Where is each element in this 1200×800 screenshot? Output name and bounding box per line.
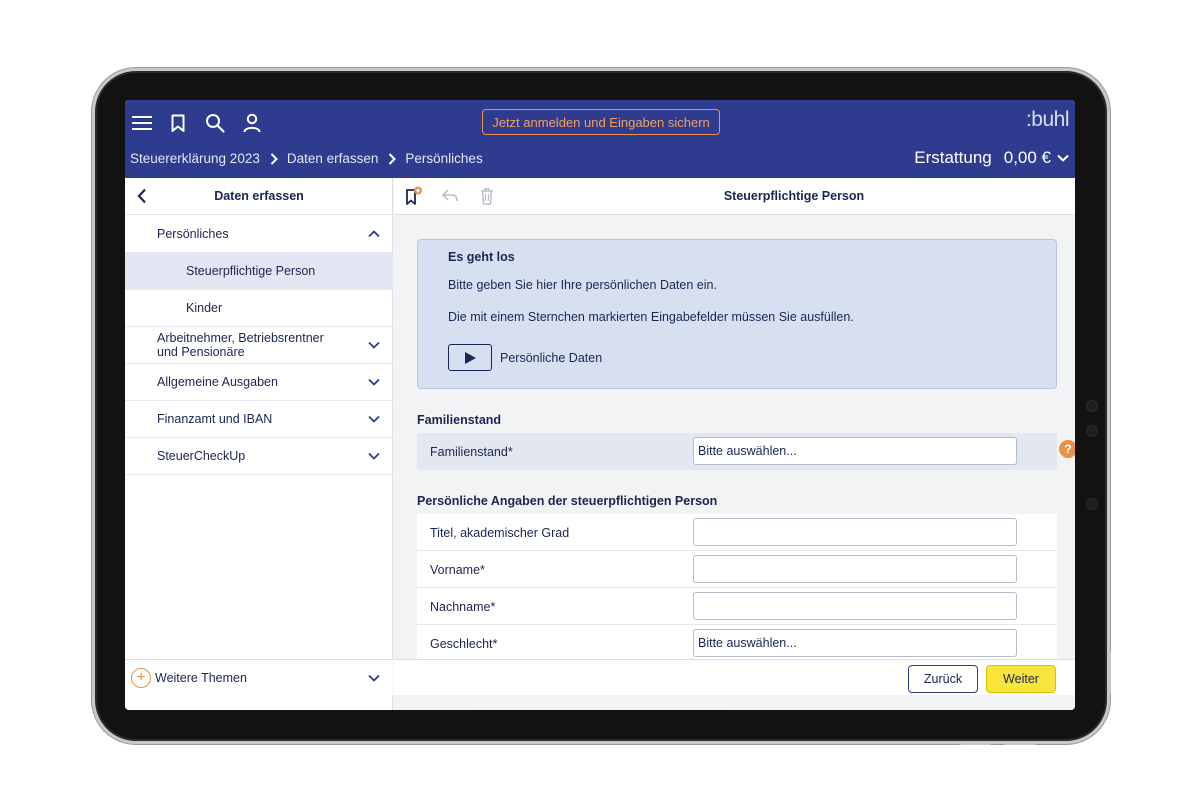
refund-value: 0,00 € [1003, 148, 1051, 167]
back-arrow-icon[interactable] [133, 187, 151, 205]
refund-display[interactable]: Erstattung 0,00 € [914, 148, 1069, 168]
form-row-nachname: Nachname* [417, 588, 1057, 625]
chevron-down-icon [367, 338, 381, 352]
chevron-down-icon[interactable] [1057, 149, 1069, 167]
nachname-input[interactable] [693, 592, 1017, 620]
brand-logo: :buhl [1025, 108, 1070, 131]
sidebar-item-finanzamt-iban[interactable]: Finanzamt und IBAN [125, 401, 393, 438]
chevron-down-icon [367, 671, 381, 685]
side-button [1107, 650, 1111, 695]
chevron-down-icon [367, 449, 381, 463]
familienstand-select[interactable]: Bitte auswählen... [693, 437, 1017, 465]
sidebar-item-label: Arbeitnehmer, Betriebsrentner und Pensio… [157, 331, 324, 359]
more-topics-label: Weitere Themen [155, 671, 247, 685]
sidebar-item-label: Persönliches [157, 226, 229, 241]
next-button[interactable]: Weiter [986, 665, 1056, 693]
sidebar-item-steuerpflichtige-person[interactable]: Steuerpflichtige Person [125, 253, 393, 290]
breadcrumb-item[interactable]: Persönliches [405, 151, 482, 166]
login-button[interactable]: Jetzt anmelden und Eingaben sichern [482, 109, 720, 135]
sidebar: Daten erfassen Persönliches Steuerpflich… [125, 178, 393, 710]
back-button[interactable]: Zurück [908, 665, 978, 693]
field-label: Titel, akademischer Grad [430, 526, 570, 540]
sidebar-item-label: SteuerCheckUp [157, 449, 246, 463]
geschlecht-select[interactable]: Bitte auswählen... [693, 629, 1017, 657]
camera-dot [1086, 498, 1098, 510]
chevron-right-icon [388, 152, 397, 165]
video-play-button[interactable] [448, 344, 492, 371]
form-row-vorname: Vorname* [417, 551, 1057, 588]
sidebar-item-steuercheckup[interactable]: SteuerCheckUp [125, 438, 393, 475]
chevron-down-icon [367, 412, 381, 426]
main-toolbar: Steuerpflichtige Person [394, 178, 1075, 215]
undo-icon[interactable] [440, 186, 460, 206]
camera-dot [1086, 425, 1098, 437]
breadcrumb-item[interactable]: Steuererklärung 2023 [130, 151, 260, 166]
sidebar-item-persoenliches[interactable]: Persönliches [125, 215, 393, 253]
sidebar-item-label: Kinder [186, 301, 223, 315]
intro-text: Die mit einem Sternchen markierten Einga… [448, 310, 854, 324]
titel-input[interactable] [693, 518, 1017, 546]
video-label: Persönliche Daten [500, 351, 603, 365]
section-title-familienstand: Familienstand [417, 413, 502, 427]
search-icon[interactable] [203, 111, 227, 135]
sidebar-item-label: Finanzamt und IBAN [157, 412, 273, 426]
sidebar-item-allgemeine-ausgaben[interactable]: Allgemeine Ausgaben [125, 364, 393, 401]
form-row-familienstand: Familienstand* Bitte auswählen... [417, 433, 1057, 470]
trash-icon[interactable] [477, 186, 497, 206]
field-label: Geschlecht* [430, 637, 498, 651]
help-icon[interactable]: ? [1059, 440, 1075, 458]
intro-title: Es geht los [448, 250, 515, 264]
field-label: Nachname* [430, 600, 496, 614]
page-title: Steuerpflichtige Person [723, 189, 865, 203]
app-screen: Jetzt anmelden und Eingaben sichern :buh… [125, 100, 1075, 710]
vorname-input[interactable] [693, 555, 1017, 583]
field-label: Vorname* [430, 563, 485, 577]
bookmark-icon[interactable] [166, 111, 190, 135]
volume-button [1003, 741, 1037, 745]
plus-icon: + [131, 668, 151, 688]
app-header: Jetzt anmelden und Eingaben sichern :buh… [125, 100, 1075, 178]
refund-label: Erstattung [914, 148, 992, 167]
bookmark-add-icon[interactable] [404, 186, 424, 206]
section-title-persoenliche-angaben: Persönliche Angaben der steuerpflichtige… [417, 494, 718, 508]
intro-box: Es geht los Bitte geben Sie hier Ihre pe… [417, 239, 1057, 389]
volume-button [958, 741, 992, 745]
chevron-up-icon [367, 227, 381, 241]
menu-icon[interactable] [130, 111, 154, 135]
more-topics-button[interactable]: + Weitere Themen [125, 659, 393, 695]
form-row-geschlecht: Geschlecht* Bitte auswählen... [417, 625, 1057, 662]
camera-dot [1086, 400, 1098, 412]
breadcrumb-item[interactable]: Daten erfassen [287, 151, 379, 166]
form-row-titel: Titel, akademischer Grad [417, 514, 1057, 551]
sidebar-item-label: Allgemeine Ausgaben [157, 375, 278, 389]
sidebar-item-kinder[interactable]: Kinder [125, 290, 393, 327]
breadcrumb: Steuererklärung 2023 Daten erfassen Pers… [130, 151, 483, 166]
sidebar-item-label: Steuerpflichtige Person [186, 264, 316, 278]
main-footer: Zurück Weiter [394, 659, 1075, 695]
chevron-down-icon [367, 375, 381, 389]
user-icon[interactable] [240, 111, 264, 135]
sidebar-header: Daten erfassen [125, 178, 393, 215]
main-content: Steuerpflichtige Person Es geht los Bitt… [394, 178, 1075, 710]
sidebar-title: Daten erfassen [214, 189, 304, 203]
field-label: Familienstand* [430, 445, 513, 459]
chevron-right-icon [270, 152, 278, 165]
sidebar-item-arbeitnehmer[interactable]: Arbeitnehmer, Betriebsrentner und Pensio… [125, 327, 393, 364]
play-icon [465, 351, 476, 364]
home-indicator [468, 701, 734, 706]
intro-text: Bitte geben Sie hier Ihre persönlichen D… [448, 278, 717, 292]
